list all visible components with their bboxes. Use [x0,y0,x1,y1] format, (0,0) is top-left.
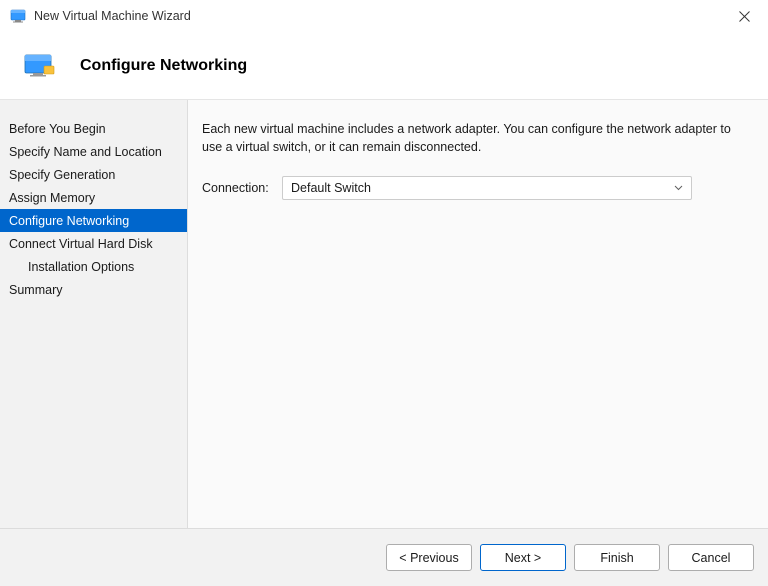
sidebar-item-label: Summary [9,283,62,297]
sidebar-item-summary[interactable]: Summary [0,278,187,301]
cancel-button[interactable]: Cancel [668,544,754,571]
sidebar-item-assign-memory[interactable]: Assign Memory [0,186,187,209]
wizard-sidebar: Before You Begin Specify Name and Locati… [0,100,188,528]
sidebar-item-label: Before You Begin [9,122,106,136]
wizard-content: Each new virtual machine includes a netw… [188,100,768,528]
wizard-footer: < Previous Next > Finish Cancel [0,528,768,586]
window-title: New Virtual Machine Wizard [34,9,191,23]
titlebar: New Virtual Machine Wizard [0,0,768,32]
sidebar-item-label: Specify Name and Location [9,145,162,159]
connection-row: Connection: Default Switch [202,176,754,200]
description-text: Each new virtual machine includes a netw… [202,121,754,156]
connection-label: Connection: [202,181,282,195]
chevron-down-icon [674,183,683,193]
sidebar-item-installation-options[interactable]: Installation Options [0,255,187,278]
sidebar-item-label: Assign Memory [9,191,95,205]
sidebar-item-specify-name-location[interactable]: Specify Name and Location [0,140,187,163]
wizard-header: Configure Networking [0,32,768,100]
next-button[interactable]: Next > [480,544,566,571]
sidebar-item-before-you-begin[interactable]: Before You Begin [0,117,187,140]
finish-button[interactable]: Finish [574,544,660,571]
header-icon [24,54,56,78]
close-icon[interactable] [734,6,754,26]
page-title: Configure Networking [80,57,247,75]
sidebar-item-specify-generation[interactable]: Specify Generation [0,163,187,186]
previous-button[interactable]: < Previous [386,544,472,571]
sidebar-item-label: Connect Virtual Hard Disk [9,237,153,251]
sidebar-item-label: Specify Generation [9,168,115,182]
connection-value: Default Switch [291,181,371,195]
sidebar-item-connect-vhd[interactable]: Connect Virtual Hard Disk [0,232,187,255]
app-icon [10,8,26,24]
sidebar-item-label: Installation Options [28,260,134,274]
connection-select[interactable]: Default Switch [282,176,692,200]
sidebar-item-configure-networking[interactable]: Configure Networking [0,209,187,232]
body-area: Before You Begin Specify Name and Locati… [0,100,768,528]
sidebar-item-label: Configure Networking [9,214,129,228]
